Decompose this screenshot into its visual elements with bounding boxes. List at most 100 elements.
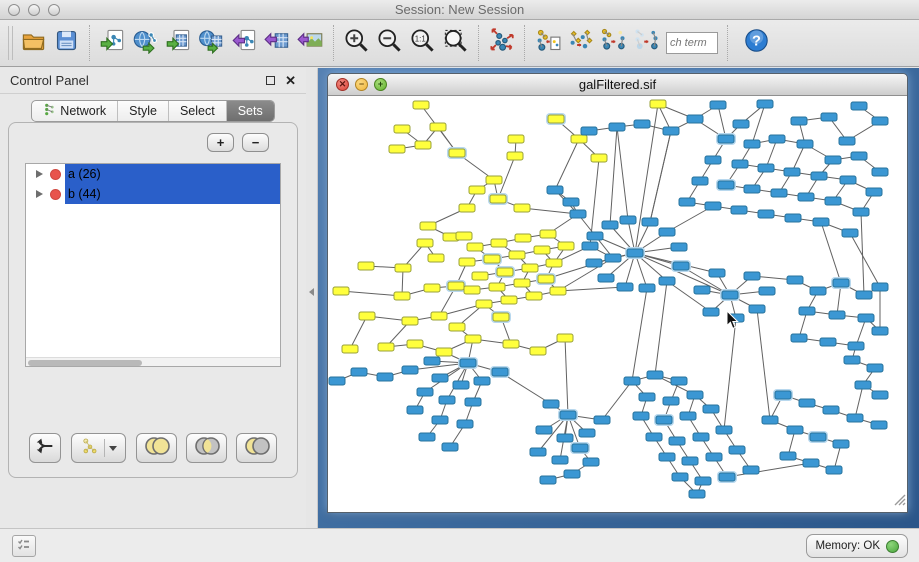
zoom-in-button[interactable] [340, 25, 373, 61]
save-session-button[interactable] [50, 25, 83, 61]
panel-splitter[interactable] [306, 68, 318, 528]
network-window[interactable]: ✕ − + galFiltered.sif [327, 73, 908, 513]
open-folder-icon [20, 27, 47, 59]
create-set-from-network-button[interactable] [71, 433, 126, 463]
svg-text:1:1: 1:1 [415, 35, 426, 44]
network-merge-icon [567, 27, 594, 59]
network-canvas[interactable] [328, 96, 907, 512]
toolbar-drag-handle[interactable] [8, 26, 13, 60]
set-color-dot-icon [50, 169, 61, 180]
zoom-out-button[interactable] [373, 25, 406, 61]
network-window-title: galFiltered.sif [328, 77, 907, 92]
zoom-actual-size-button[interactable]: 1:1 [406, 25, 439, 61]
scrollbar-thumb[interactable] [28, 360, 142, 366]
open-file-button[interactable] [17, 25, 50, 61]
apply-layout-button[interactable] [485, 25, 518, 61]
set-union-button[interactable] [136, 433, 177, 463]
horizontal-scrollbar[interactable] [26, 357, 280, 366]
add-set-button[interactable]: + [207, 133, 234, 152]
close-panel-icon[interactable]: ✕ [285, 74, 296, 87]
network-comparison-merge-button[interactable] [564, 25, 597, 61]
mouse-cursor [726, 310, 739, 330]
tab-style-label: Style [129, 104, 157, 118]
network-tree-icon [43, 103, 56, 119]
expander-triangle-icon[interactable] [36, 170, 43, 178]
toolbar-separator [727, 25, 728, 61]
toolbar-separator [89, 25, 90, 61]
sets-list: a (26) b (44) [25, 163, 281, 367]
zoom-one-to-one-icon: 1:1 [409, 27, 436, 59]
floppy-disk-icon [53, 27, 80, 59]
memory-status-button[interactable]: Memory: OK [806, 534, 908, 558]
tab-sets[interactable]: Sets [227, 101, 274, 121]
control-panel-header: Control Panel ✕ [0, 68, 306, 94]
main-area: Control Panel ✕ Network Style Select Set… [0, 68, 919, 528]
memory-status-label: Memory: OK [815, 540, 880, 552]
toolbar-separator [478, 25, 479, 61]
network-desktop: ✕ − + galFiltered.sif [318, 68, 919, 528]
network-graph[interactable] [328, 96, 907, 512]
yellow-network-icon [80, 436, 100, 461]
dropdown-arrow-icon[interactable] [109, 446, 117, 451]
zoom-selected-region-button[interactable] [439, 25, 472, 61]
network-diff-right-button[interactable] [597, 25, 630, 61]
network-diff-faded-icon [633, 27, 660, 59]
import-table-file-button[interactable] [162, 25, 195, 61]
network-diff-icon [600, 27, 627, 59]
status-bar: Memory: OK [0, 528, 919, 562]
resize-grip[interactable] [892, 492, 906, 511]
button-divider [104, 439, 105, 457]
network-comparison-file-button[interactable] [531, 25, 564, 61]
zoom-in-icon [343, 27, 370, 59]
control-panel-title: Control Panel [10, 73, 89, 88]
help-button[interactable]: ? [740, 25, 773, 61]
help-icon: ? [743, 27, 770, 59]
export-image-icon [297, 27, 324, 59]
set-item-label[interactable]: b (44) [65, 184, 280, 204]
split-set-button[interactable] [29, 433, 61, 463]
import-table-web-button[interactable] [195, 25, 228, 61]
venn-intersection-icon [192, 436, 222, 461]
float-panel-icon[interactable] [266, 76, 275, 85]
svg-text:?: ? [752, 34, 761, 50]
task-history-button[interactable] [12, 535, 36, 557]
application-window: Session: New Session [0, 0, 919, 562]
import-network-file-icon [99, 27, 126, 59]
tab-sets-label: Sets [238, 104, 263, 118]
set-difference-button[interactable] [236, 433, 277, 463]
venn-difference-icon [242, 436, 272, 461]
tab-style[interactable]: Style [118, 101, 169, 121]
expander-triangle-icon[interactable] [36, 190, 43, 198]
search-input[interactable] [666, 32, 718, 54]
tab-network-label: Network [60, 104, 106, 118]
import-table-web-icon [198, 27, 225, 59]
tab-network[interactable]: Network [32, 101, 118, 121]
tab-select-label: Select [180, 104, 215, 118]
network-to-file-icon [534, 27, 561, 59]
export-table-button[interactable] [261, 25, 294, 61]
set-intersection-button[interactable] [186, 433, 227, 463]
sets-panel: + − a (26) b (44) [8, 122, 298, 478]
network-diff-left-button[interactable] [630, 25, 663, 61]
export-network-icon [231, 27, 258, 59]
export-image-button[interactable] [294, 25, 327, 61]
import-network-web-icon [132, 27, 159, 59]
export-network-button[interactable] [228, 25, 261, 61]
network-window-titlebar[interactable]: ✕ − + galFiltered.sif [328, 74, 907, 96]
main-toolbar: 1:1 ? [0, 20, 919, 67]
set-color-dot-icon [50, 189, 61, 200]
remove-set-button[interactable]: − [242, 133, 269, 152]
layout-icon [488, 27, 515, 59]
collapse-panel-arrow-icon[interactable] [309, 288, 314, 296]
import-network-file-button[interactable] [96, 25, 129, 61]
zoom-out-icon [376, 27, 403, 59]
task-list-icon [17, 537, 31, 556]
toolbar-separator [333, 25, 334, 61]
tab-select[interactable]: Select [169, 101, 227, 121]
import-network-web-button[interactable] [129, 25, 162, 61]
list-item[interactable]: b (44) [26, 184, 280, 204]
set-item-label[interactable]: a (26) [65, 164, 280, 184]
window-title: Session: New Session [0, 2, 919, 17]
control-panel: Control Panel ✕ Network Style Select Set… [0, 68, 306, 528]
list-item[interactable]: a (26) [26, 164, 280, 184]
